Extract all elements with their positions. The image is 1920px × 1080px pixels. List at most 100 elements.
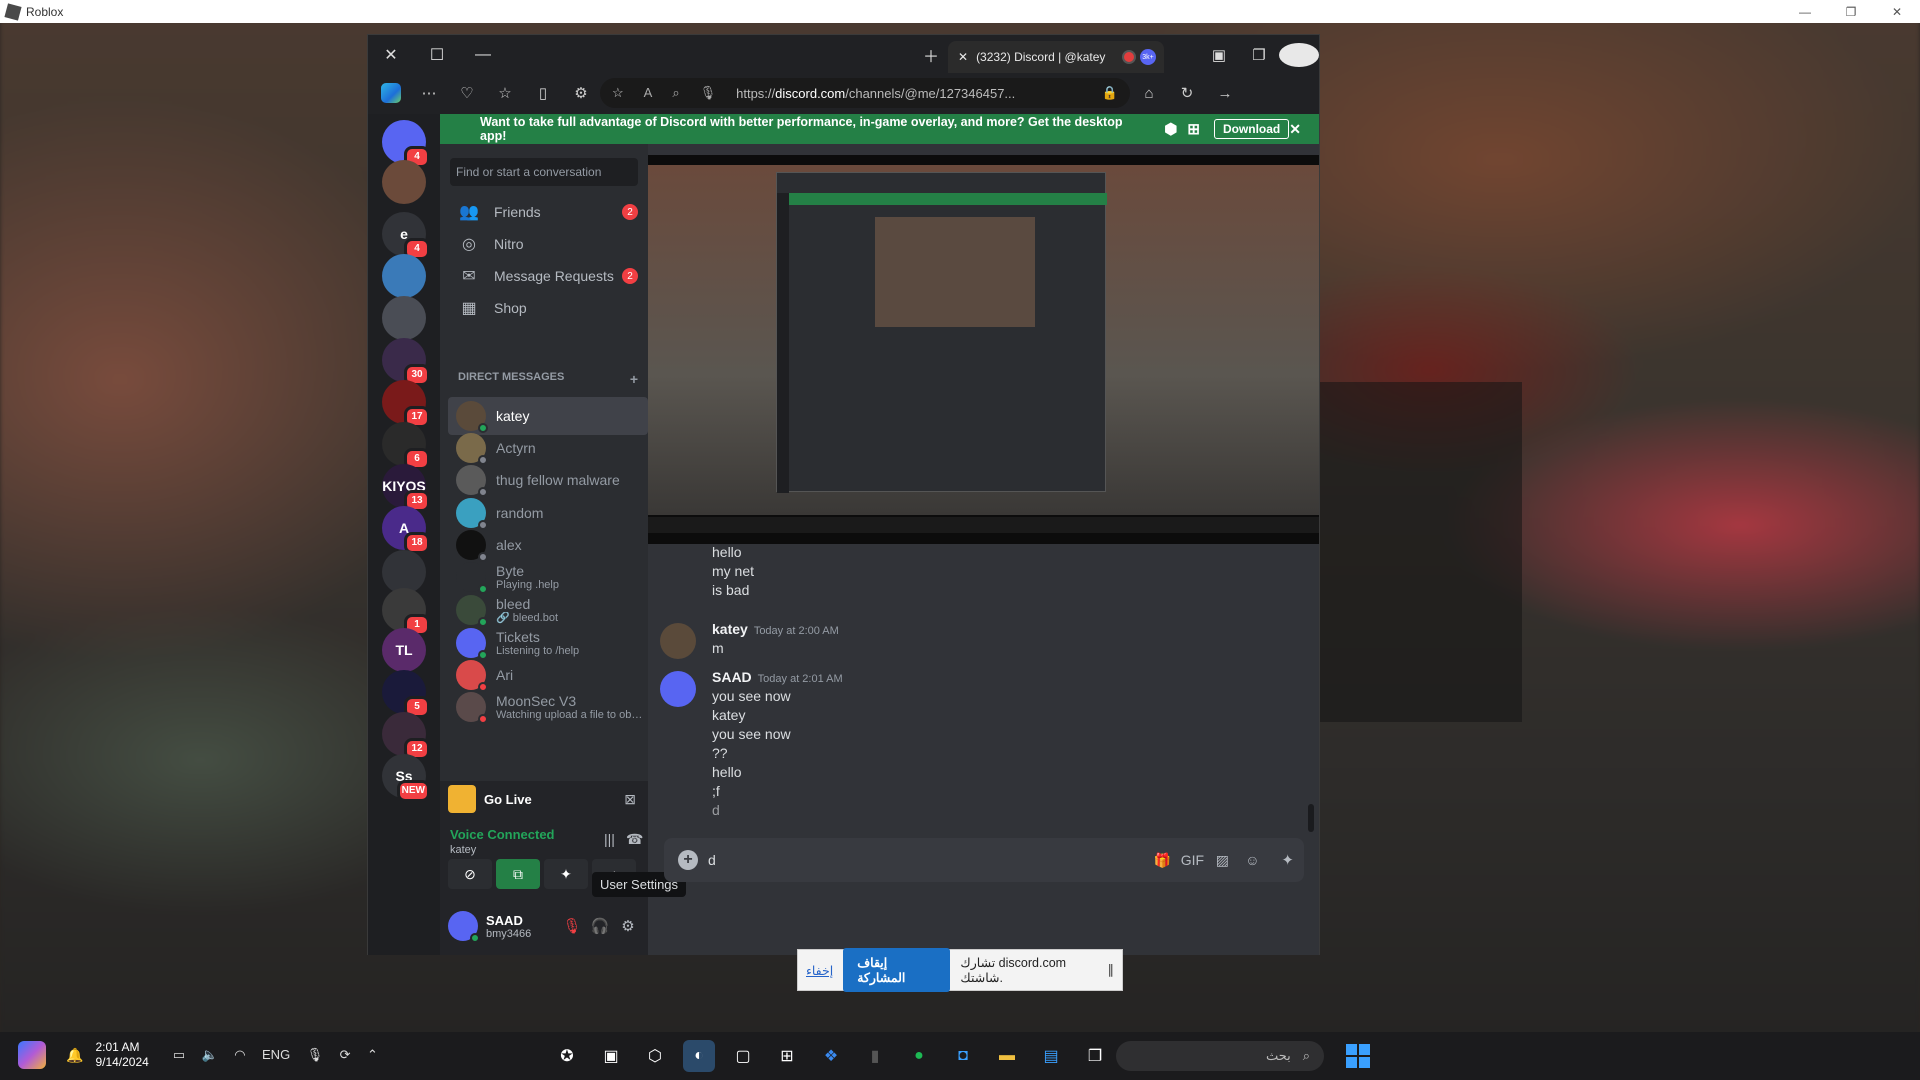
taskbar-search[interactable]: بحث ⌕	[1116, 1041, 1324, 1071]
copilot-icon[interactable]	[381, 83, 401, 103]
server-icon[interactable]: 4	[382, 120, 430, 168]
app-icon-8[interactable]: ▮	[859, 1040, 891, 1072]
roblox-app-icon[interactable]: ▣	[595, 1040, 627, 1072]
chevron-up-icon[interactable]: ⌃	[367, 1047, 378, 1062]
sync-icon[interactable]: ⟳	[340, 1047, 351, 1062]
stop-sharing-button[interactable]: إيقاف المشاركة	[843, 948, 951, 992]
lock-icon[interactable]: 🔒	[1102, 85, 1118, 101]
download-button[interactable]: Download	[1213, 119, 1290, 139]
close-button[interactable]: ✕	[1874, 0, 1920, 23]
nav-item-message-requests[interactable]: ✉ Message Requests 2	[448, 258, 644, 294]
avatar[interactable]	[448, 911, 480, 943]
app-icon-5[interactable]: ▢	[727, 1040, 759, 1072]
favorites-icon[interactable]: ☆	[486, 84, 524, 102]
nav-item-shop[interactable]: ▦ Shop	[448, 290, 644, 326]
edge-icon[interactable]: ◐	[683, 1040, 715, 1072]
extensions-icon[interactable]: ⚙	[562, 84, 600, 102]
tab-actions-icon[interactable]: ▣	[1199, 46, 1239, 64]
app-icon-10[interactable]: ◘	[947, 1040, 979, 1072]
screenshare-button[interactable]: ⧉	[496, 859, 540, 889]
store-icon[interactable]: ⊞	[771, 1040, 803, 1072]
file-explorer-icon[interactable]: ▬	[991, 1040, 1023, 1072]
mic-icon[interactable]: 🎙	[700, 85, 717, 100]
headphones-icon[interactable]: 🎧	[586, 917, 614, 935]
drag-handle-icon[interactable]: ∥	[1108, 962, 1115, 978]
apps-icon[interactable]: ✦	[1281, 851, 1294, 869]
hide-button[interactable]: إخفاء	[806, 963, 833, 978]
create-dm-icon[interactable]: +	[630, 371, 638, 387]
avatar[interactable]	[660, 671, 696, 707]
server-icon[interactable]	[382, 254, 426, 298]
disconnect-icon[interactable]: ☎	[626, 831, 643, 848]
avatar[interactable]	[660, 623, 696, 659]
dropbox-icon[interactable]: ❖	[815, 1040, 847, 1072]
browser-tab[interactable]: ✕ (3232) Discord | @katey 3k+	[948, 41, 1164, 73]
tab-close-icon[interactable]: ✕	[958, 50, 968, 64]
gift-icon[interactable]: 🎁	[1147, 852, 1177, 869]
attach-icon[interactable]: +	[678, 850, 698, 870]
notepad-icon[interactable]: ▤	[1035, 1040, 1067, 1072]
refresh-icon[interactable]: ↻	[1168, 84, 1206, 102]
activities-button[interactable]: ✦	[544, 859, 588, 889]
minimize-button[interactable]: —	[1782, 0, 1828, 23]
clock[interactable]: 2:01 AM 9/14/2024	[95, 1040, 148, 1070]
nav-item-friends[interactable]: 👥 Friends 2	[448, 194, 644, 230]
app-icon-1[interactable]: ✪	[551, 1040, 583, 1072]
mic-tray-icon[interactable]: 🎙	[307, 1047, 324, 1062]
split-screen-icon[interactable]: ▯	[524, 84, 562, 102]
collections-icon[interactable]: ❐	[1239, 46, 1279, 64]
windows-icon[interactable]: ⊞	[1187, 120, 1200, 138]
android-icon[interactable]: ⬢	[1164, 120, 1177, 138]
search-input[interactable]: Find or start a conversation	[450, 158, 638, 186]
mute-icon[interactable]: 🎙	[558, 917, 586, 935]
stream-preview[interactable]	[648, 155, 1319, 544]
author-name[interactable]: katey	[712, 621, 748, 637]
stop-stream-icon[interactable]: ⊠	[624, 791, 636, 808]
server-icon[interactable]	[382, 160, 426, 204]
profile-icon[interactable]	[1279, 43, 1319, 67]
maximize-button[interactable]: ❐	[1828, 0, 1874, 23]
spotify-icon[interactable]: ●	[903, 1040, 935, 1072]
server-icon[interactable]: e4	[382, 212, 430, 260]
forward-icon[interactable]: →	[1206, 85, 1244, 102]
home-icon[interactable]: ⌂	[1130, 85, 1168, 102]
voice-status[interactable]: Voice Connected	[450, 827, 555, 842]
browser-maximize-icon[interactable]: ☐	[414, 35, 460, 75]
chat-scrollbar[interactable]	[1308, 804, 1314, 832]
more-icon[interactable]: ⋯	[410, 84, 448, 102]
battery-icon[interactable]: ▭	[173, 1047, 185, 1062]
server-icon[interactable]: Ss NEW	[382, 754, 430, 802]
server-icon[interactable]: TL	[382, 628, 426, 672]
noise-suppression-icon[interactable]: |||	[604, 831, 615, 847]
browser-minimize-icon[interactable]: —	[460, 35, 506, 75]
author-name[interactable]: SAAD	[712, 669, 752, 685]
start-button[interactable]	[1346, 1044, 1370, 1068]
widgets-icon[interactable]	[18, 1041, 46, 1069]
server-icon[interactable]: 5	[382, 670, 430, 718]
server-icon[interactable]: 6	[382, 422, 430, 470]
roblox-studio-icon[interactable]: ⬡	[639, 1040, 671, 1072]
server-icon[interactable]: 17	[382, 380, 430, 428]
gif-icon[interactable]: GIF	[1177, 852, 1207, 869]
browser-close-icon[interactable]: ✕	[368, 35, 414, 75]
volume-icon[interactable]: 🔈	[202, 1047, 218, 1062]
server-icon[interactable]: KIYOS 13	[382, 464, 430, 512]
voice-channel[interactable]: katey	[450, 844, 476, 856]
emoji-icon[interactable]: ☺	[1237, 852, 1267, 869]
url-bar[interactable]: ☆ A ⌕ 🎙 https://discord.com/channels/@me/1…	[600, 78, 1130, 108]
server-icon[interactable]: 30	[382, 338, 430, 386]
sticker-icon[interactable]: ▨	[1207, 852, 1237, 869]
nav-item-nitro[interactable]: ◎ Nitro	[448, 226, 644, 262]
dm-item[interactable]: MoonSec V3 Watching upload a file to obfu…	[448, 688, 648, 726]
server-icon[interactable]: A 18	[382, 506, 430, 554]
wifi-icon[interactable]: ◠	[234, 1047, 245, 1062]
browser-essentials-icon[interactable]: ♡	[448, 84, 486, 102]
go-live-panel[interactable]: Go Live ⊠	[440, 781, 648, 817]
task-view-icon[interactable]: ❐	[1079, 1040, 1111, 1072]
notification-bell-icon[interactable]: 🔔	[66, 1047, 83, 1064]
server-icon[interactable]	[382, 296, 426, 340]
camera-off-button[interactable]: ⊘	[448, 859, 492, 889]
server-icon[interactable]: 1	[382, 588, 430, 636]
server-icon[interactable]: 12	[382, 712, 430, 760]
zoom-icon[interactable]: ⌕	[672, 85, 679, 100]
